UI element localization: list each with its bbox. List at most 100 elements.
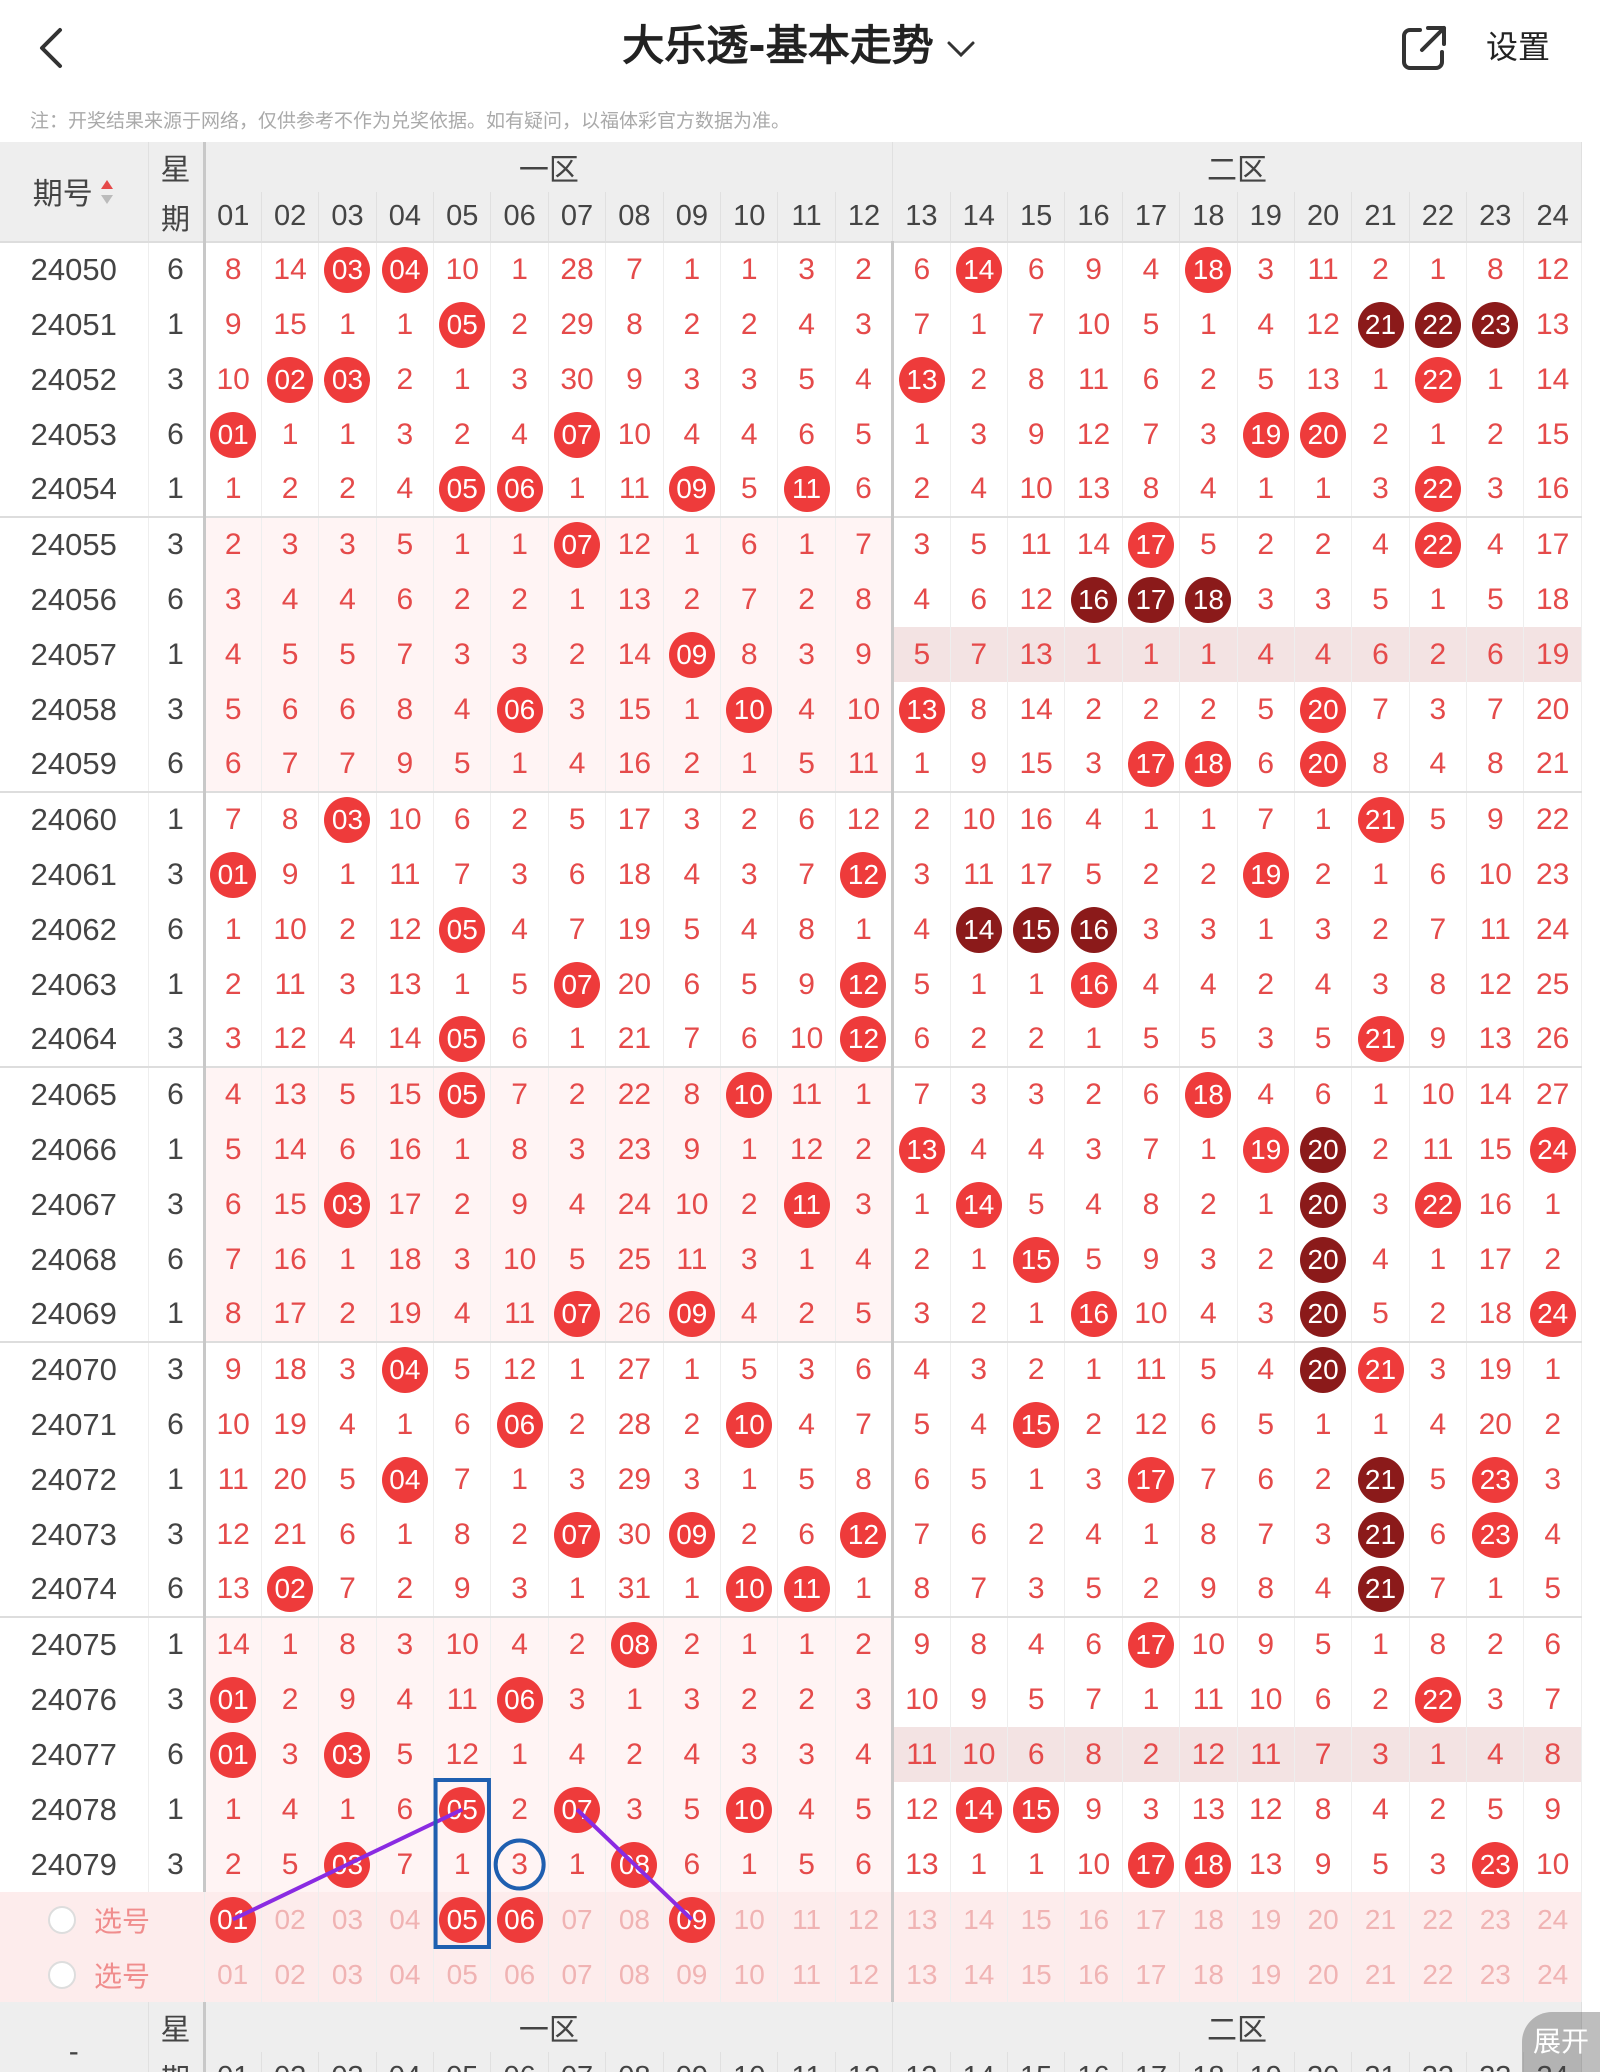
- pick-label-cell[interactable]: 选号: [0, 1947, 205, 2002]
- pick-number-22[interactable]: 22: [1409, 1947, 1468, 2002]
- ball-19: 19: [1242, 1126, 1289, 1173]
- period-cell: 24070: [0, 1341, 149, 1397]
- expand-button[interactable]: 展开: [1522, 2012, 1600, 2072]
- pick-number-09[interactable]: 09: [663, 1892, 722, 1947]
- pick-number-23[interactable]: 23: [1466, 1892, 1525, 1947]
- pick-number-18[interactable]: 18: [1179, 1892, 1238, 1947]
- cell-18: 13: [1179, 1782, 1238, 1837]
- pick-number-23[interactable]: 23: [1466, 1947, 1525, 2002]
- pick-number-24[interactable]: 24: [1523, 1947, 1582, 2002]
- pick-number-14[interactable]: 14: [950, 1947, 1008, 2002]
- share-button[interactable]: [1398, 22, 1450, 74]
- pick-number-07[interactable]: 07: [548, 1892, 607, 1947]
- cell-23: 7: [1466, 682, 1525, 737]
- pick-number-20[interactable]: 20: [1294, 1892, 1353, 1947]
- pick-number-04[interactable]: 04: [376, 1892, 435, 1947]
- cell-19: 5: [1237, 1397, 1295, 1452]
- pick-number-19[interactable]: 19: [1237, 1892, 1295, 1947]
- cell-23: 13: [1466, 1012, 1525, 1067]
- pick-number-15[interactable]: 15: [1007, 1892, 1066, 1947]
- pick-number-22[interactable]: 22: [1409, 1892, 1468, 1947]
- cell-14: 8: [950, 1616, 1008, 1672]
- pick-number-10[interactable]: 10: [720, 1892, 779, 1947]
- pick-number-17[interactable]: 17: [1122, 1947, 1181, 2002]
- sort-arrows-icon[interactable]: [99, 178, 115, 214]
- pick-number-05[interactable]: 05: [433, 1947, 492, 2002]
- pick-number-19[interactable]: 19: [1237, 1947, 1295, 2002]
- pick-number-16[interactable]: 16: [1064, 1892, 1123, 1947]
- cell-08: 13: [605, 572, 664, 627]
- cell-24: 3: [1523, 1452, 1582, 1507]
- pick-number-01[interactable]: 01: [204, 1892, 262, 1947]
- cell-21: 1: [1351, 1397, 1410, 1452]
- cell-03: 03: [318, 1727, 377, 1782]
- pick-number-15[interactable]: 15: [1007, 1947, 1066, 2002]
- cell-10: 2: [720, 1507, 779, 1562]
- footer-column-01: 01: [204, 2052, 262, 2072]
- pick-number-06[interactable]: 06: [490, 1947, 549, 2002]
- cell-14: 4: [950, 1122, 1008, 1177]
- pick-number-18[interactable]: 18: [1179, 1947, 1238, 2002]
- pick-number-05[interactable]: 05: [433, 1892, 492, 1947]
- pick-number-04[interactable]: 04: [376, 1947, 435, 2002]
- cell-24: 17: [1523, 516, 1582, 572]
- pick-number-06[interactable]: 06: [490, 1892, 549, 1947]
- cell-17: 8: [1122, 462, 1181, 517]
- cell-18: 9: [1179, 1562, 1238, 1617]
- pick-number-03[interactable]: 03: [318, 1947, 377, 2002]
- pick-number-10[interactable]: 10: [720, 1947, 779, 2002]
- table-row: 24067 3 6 15 03 17 2 9 4 24 10 2 11 3 1 14 5 4 8 2 1 20 3 22 16 1: [0, 1177, 1582, 1232]
- cell-19: 4: [1237, 297, 1295, 352]
- pick-number-12[interactable]: 12: [835, 1947, 895, 2002]
- cell-06: 3: [490, 847, 549, 902]
- pick-label-cell[interactable]: 选号: [0, 1892, 205, 1947]
- period-header[interactable]: 期号: [0, 142, 149, 242]
- pick-number-11[interactable]: 11: [777, 1947, 836, 2002]
- cell-01: 5: [204, 682, 262, 737]
- pick-number-21[interactable]: 21: [1351, 1947, 1410, 2002]
- pick-number-02[interactable]: 02: [261, 1947, 320, 2002]
- ball-23: 23: [1472, 1456, 1519, 1503]
- column-header-06: 06: [490, 192, 549, 242]
- pick-number-02[interactable]: 02: [261, 1892, 320, 1947]
- cell-17: 1: [1122, 627, 1181, 682]
- pick-number-12[interactable]: 12: [835, 1892, 895, 1947]
- cell-12: 3: [835, 1672, 895, 1727]
- radio-icon[interactable]: [48, 1960, 76, 1989]
- pick-number-11[interactable]: 11: [777, 1892, 836, 1947]
- pick-number-21[interactable]: 21: [1351, 1892, 1410, 1947]
- cell-22: 22: [1409, 1672, 1468, 1727]
- pick-number-13[interactable]: 13: [892, 1892, 951, 1947]
- cell-22: 1: [1409, 572, 1468, 627]
- title-dropdown[interactable]: 大乐透-基本走势: [0, 14, 1600, 78]
- cell-21: 4: [1351, 516, 1410, 572]
- pick-number-13[interactable]: 13: [892, 1947, 951, 2002]
- pick-number-24[interactable]: 24: [1523, 1892, 1582, 1947]
- cell-13: 13: [892, 1122, 951, 1177]
- period-cell: 24067: [0, 1177, 149, 1232]
- cell-08: 7: [605, 241, 664, 297]
- footer-column-15: 15: [1007, 2052, 1066, 2072]
- pick-number-09[interactable]: 09: [663, 1947, 722, 2002]
- pick-number-03[interactable]: 03: [318, 1892, 377, 1947]
- settings-button[interactable]: 设置: [1486, 22, 1550, 72]
- ball-05: 05: [439, 1016, 486, 1062]
- pick-number-20[interactable]: 20: [1294, 1947, 1353, 2002]
- pick-number-16[interactable]: 16: [1064, 1947, 1123, 2002]
- cell-20: 9: [1294, 1837, 1353, 1892]
- week-cell: 6: [148, 1562, 206, 1617]
- cell-03: 1: [318, 1782, 377, 1837]
- pick-number-08[interactable]: 08: [605, 1892, 664, 1947]
- pick-number-14[interactable]: 14: [950, 1892, 1008, 1947]
- pick-number-08[interactable]: 08: [605, 1947, 664, 2002]
- table-row: 24064 3 3 12 4 14 05 6 1 21 7 6 10 12 6 2 2 1 5 5 3 5 21 9 13 26: [0, 1012, 1582, 1067]
- cell-15: 6: [1007, 241, 1066, 297]
- ball-11: 11: [783, 1181, 830, 1228]
- pick-number-01[interactable]: 01: [204, 1947, 262, 2002]
- cell-12: 12: [835, 847, 895, 902]
- pick-number-07[interactable]: 07: [548, 1947, 607, 2002]
- pick-number-17[interactable]: 17: [1122, 1892, 1181, 1947]
- cell-24: 27: [1523, 1066, 1582, 1122]
- cell-21: 7: [1351, 682, 1410, 737]
- radio-icon[interactable]: [48, 1905, 76, 1934]
